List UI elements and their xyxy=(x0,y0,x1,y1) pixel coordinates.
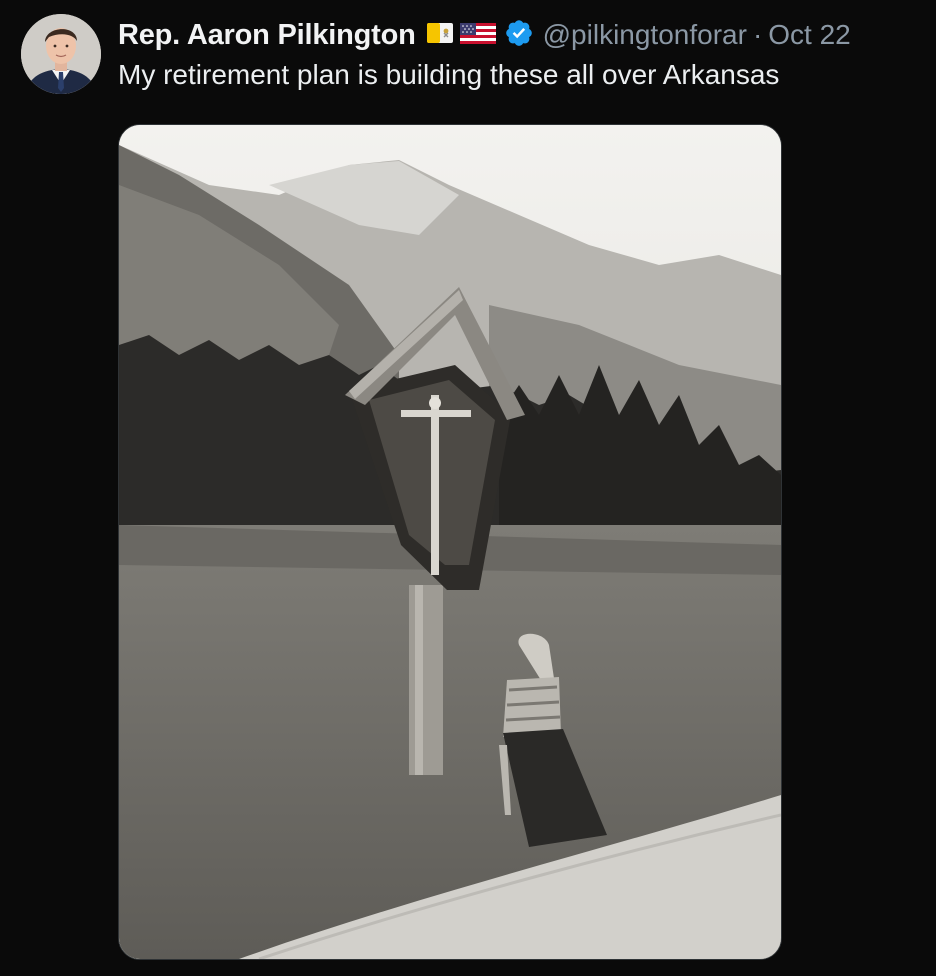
tweet-date[interactable]: Oct 22 xyxy=(768,19,850,51)
vatican-flag-icon xyxy=(426,20,454,51)
separator-dot: · xyxy=(752,19,763,50)
author-display-name[interactable]: Rep. Aaron Pilkington xyxy=(118,19,416,52)
tweet-photo[interactable] xyxy=(118,124,782,960)
author-avatar[interactable] xyxy=(21,14,101,94)
verified-badge-icon[interactable] xyxy=(504,18,534,53)
us-flag-icon xyxy=(459,20,496,51)
author-handle[interactable]: @pilkingtonforar xyxy=(543,19,747,51)
tweet: Rep. Aaron Pilkington @pilkingtonforar ·… xyxy=(0,0,936,976)
tweet-text: My retirement plan is building these all… xyxy=(118,59,780,90)
tweet-header: Rep. Aaron Pilkington @pilkingtonforar ·… xyxy=(118,16,851,54)
